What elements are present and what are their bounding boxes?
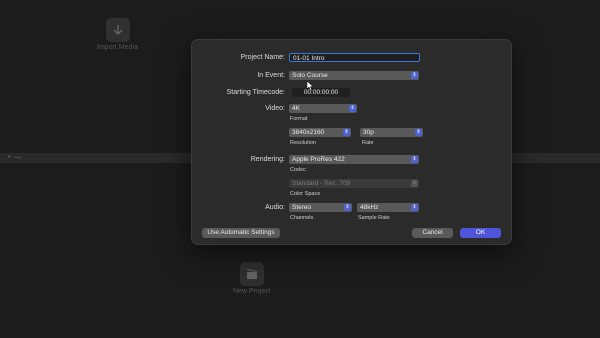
audio-channels-value: Stereo xyxy=(292,204,312,211)
chevron-updown-icon: ⇕ xyxy=(411,156,418,163)
audio-channels-select[interactable]: Stereo ⇕ xyxy=(289,203,352,212)
chevron-updown-icon: ⇕ xyxy=(344,204,351,211)
sample-rate-sublabel: Sample Rate xyxy=(358,215,390,221)
video-format-select[interactable]: 4K ⇕ xyxy=(289,104,357,113)
starting-timecode-field[interactable]: 00:00:00:00 xyxy=(292,88,350,97)
import-media-icon[interactable] xyxy=(106,18,130,42)
cancel-button[interactable]: Cancel xyxy=(412,228,453,238)
resolution-value: 3840x2160 xyxy=(292,129,325,136)
divider-dots-icon: • — xyxy=(8,154,23,161)
project-settings-dialog: Project Name: 01-01 Intro In Event: Solo… xyxy=(191,39,512,245)
resolution-sublabel: Resolution xyxy=(290,140,316,146)
channels-sublabel: Channels xyxy=(290,215,314,221)
codec-select[interactable]: Apple ProRes 422 ⇕ xyxy=(289,155,419,164)
resolution-select[interactable]: 3840x2160 ⇕ xyxy=(289,128,351,137)
color-space-select: Standard - Rec. 709 ⇕ xyxy=(289,179,419,188)
codec-sublabel: Codec xyxy=(290,167,306,173)
rate-value: 30p xyxy=(363,129,374,136)
video-label: Video: xyxy=(265,105,285,112)
in-event-label: In Event: xyxy=(257,72,285,79)
chevron-updown-icon: ⇕ xyxy=(411,72,418,79)
rate-select[interactable]: 30p ⇕ xyxy=(360,128,423,137)
color-space-value: Standard - Rec. 709 xyxy=(292,180,351,187)
new-project-label[interactable]: New Project xyxy=(233,288,271,295)
video-format-value: 4K xyxy=(292,105,300,112)
sample-rate-value: 48kHz xyxy=(360,204,379,211)
chevron-updown-icon: ⇕ xyxy=(415,129,422,136)
rendering-label: Rendering: xyxy=(250,156,285,163)
new-project-icon[interactable] xyxy=(240,262,264,286)
use-automatic-settings-button[interactable]: Use Automatic Settings xyxy=(202,228,280,238)
color-space-sublabel: Color Space xyxy=(290,191,321,197)
chevron-updown-icon: ⇕ xyxy=(411,204,418,211)
codec-value: Apple ProRes 422 xyxy=(292,156,345,163)
rate-sublabel: Rate xyxy=(362,140,374,146)
chevron-updown-icon: ⇕ xyxy=(349,105,356,112)
in-event-select[interactable]: Solo Course ⇕ xyxy=(289,71,419,80)
sample-rate-select[interactable]: 48kHz ⇕ xyxy=(357,203,419,212)
audio-label: Audio: xyxy=(265,204,285,211)
chevron-updown-icon: ⇕ xyxy=(411,180,418,187)
chevron-updown-icon: ⇕ xyxy=(343,129,350,136)
format-sublabel: Format xyxy=(290,116,308,122)
import-media-label[interactable]: Import Media xyxy=(97,44,138,51)
project-name-input[interactable]: 01-01 Intro xyxy=(289,53,420,62)
project-name-label: Project Name: xyxy=(240,54,285,61)
in-event-value: Solo Course xyxy=(292,72,328,79)
ok-button[interactable]: OK xyxy=(460,228,501,238)
starting-timecode-label: Starting Timecode: xyxy=(226,89,285,96)
